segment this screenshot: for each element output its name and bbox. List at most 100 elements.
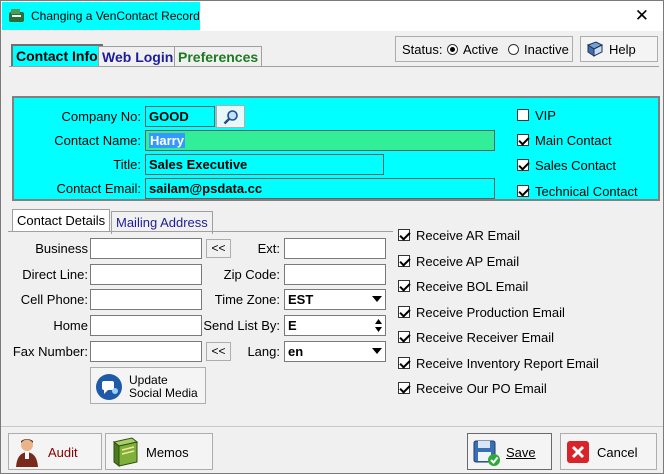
technical-contact-checkbox[interactable] [517,185,529,197]
auditor-icon [16,439,38,467]
tab-web-login-label: Web Login [102,49,174,65]
home-label: Home [53,318,88,333]
update-social-line2: Social Media [129,386,198,400]
main-contact-label: Main Contact [535,133,612,148]
company-no-label: Company No: [61,109,141,124]
title-label: Title: [113,157,141,172]
business-label: Business [35,241,88,256]
save-label: Save [506,445,536,460]
fax-label: Fax Number: [12,344,88,359]
receive-production-email-checkbox[interactable] [398,306,410,318]
cell-phone-field[interactable] [90,289,202,310]
direct-line-field[interactable] [90,264,202,285]
tab-divider [9,66,659,67]
contact-email-field[interactable]: sailam@psdata.cc [145,178,495,199]
memos-label: Memos [146,445,189,460]
social-media-icon [96,374,122,400]
business-field[interactable] [90,238,202,259]
company-lookup-button[interactable] [216,105,245,128]
receive-bol-email-label: Receive BOL Email [416,279,529,294]
cell-phone-label: Cell Phone: [20,292,88,307]
sales-contact-label: Sales Contact [535,158,616,173]
help-label: Help [609,42,636,57]
cancel-x-icon [567,441,589,463]
subtab-mailing-address-label: Mailing Address [116,215,208,230]
cancel-label: Cancel [597,445,638,460]
tab-preferences[interactable]: Preferences [174,46,263,67]
subtab-contact-details[interactable]: Contact Details [12,209,111,232]
title-bar: Changing a VenContact Record ✕ [1,1,663,31]
dialog-window: Changing a VenContact Record ✕ Contact I… [0,0,664,474]
time-zone-select[interactable]: EST [284,289,386,310]
receive-our-po-email-checkbox[interactable] [398,382,410,394]
status-label: Status: [402,42,443,57]
app-icon [9,9,24,22]
contact-name-value: Harry [149,133,185,148]
chevron-down-icon [372,296,382,302]
status-group: Status: Active Inactive [395,36,573,62]
tab-web-login[interactable]: Web Login [98,46,178,67]
contact-name-field[interactable]: Harry [145,130,495,151]
memos-button[interactable]: Memos [105,433,213,470]
status-active-radio[interactable] [447,44,458,55]
contact-name-label: Contact Name: [54,133,141,148]
lang-value: en [288,344,304,359]
direct-line-label: Direct Line: [22,267,88,282]
fax-field[interactable] [90,341,202,362]
receive-ap-email-checkbox[interactable] [398,255,410,267]
footer-divider [1,426,663,427]
send-list-spinner[interactable]: E [284,315,386,336]
send-list-value: E [288,318,297,333]
help-button[interactable]: Help [580,36,658,62]
main-contact-checkbox[interactable] [517,134,529,146]
window-title: Changing a VenContact Record [31,9,200,23]
vip-label: VIP [535,108,556,123]
audit-label: Audit [48,445,78,460]
technical-contact-label: Technical Contact [535,184,638,199]
tab-preferences-label: Preferences [178,49,259,65]
update-social-line1: Update [129,373,168,387]
ext-field[interactable] [284,238,386,259]
receive-our-po-email-label: Receive Our PO Email [416,381,547,396]
save-disk-icon [473,440,500,466]
send-list-label: Send List By: [203,318,280,333]
lang-label: Lang: [247,344,280,359]
receive-ap-email-label: Receive AP Email [416,254,520,269]
subtab-contact-details-label: Contact Details [17,213,106,228]
save-button[interactable]: Save [467,433,552,470]
cancel-button[interactable]: Cancel [560,433,657,470]
receive-ar-email-checkbox[interactable] [398,229,410,241]
zip-code-label: Zip Code: [223,267,280,282]
title-field[interactable]: Sales Executive [145,154,384,175]
company-no-field[interactable]: GOOD [145,106,215,127]
receive-bol-email-checkbox[interactable] [398,280,410,292]
update-social-media-button[interactable]: Update Social Media [90,367,206,404]
receive-production-email-label: Receive Production Email [416,305,565,320]
help-book-icon [586,41,604,57]
spin-arrows-icon[interactable] [374,318,383,333]
receive-ar-email-label: Receive AR Email [416,228,521,243]
magnifier-icon [223,110,238,125]
tab-contact-info[interactable]: Contact Info [11,44,103,66]
status-inactive-label: Inactive [524,42,569,57]
receive-receiver-email-checkbox[interactable] [398,331,410,343]
close-icon[interactable]: ✕ [635,6,649,26]
ext-label: Ext: [257,241,280,256]
zip-code-field[interactable] [284,264,386,285]
vip-checkbox[interactable] [517,109,529,121]
time-zone-value: EST [288,292,314,307]
status-inactive-radio[interactable] [508,44,519,55]
sales-contact-checkbox[interactable] [517,159,529,171]
lang-select[interactable]: en [284,341,386,362]
home-field[interactable] [90,315,202,336]
contact-email-label: Contact Email: [56,181,141,196]
receive-inventory-report-email-label: Receive Inventory Report Email [416,356,599,371]
receive-inventory-report-email-checkbox[interactable] [398,357,410,369]
receive-receiver-email-label: Receive Receiver Email [416,330,554,345]
memo-book-icon [112,437,139,468]
chevron-down-icon [372,348,382,354]
tab-contact-info-label: Contact Info [16,48,98,64]
time-zone-label: Time Zone: [214,292,280,307]
audit-button[interactable]: Audit [8,433,102,470]
status-active-label: Active [463,42,499,57]
